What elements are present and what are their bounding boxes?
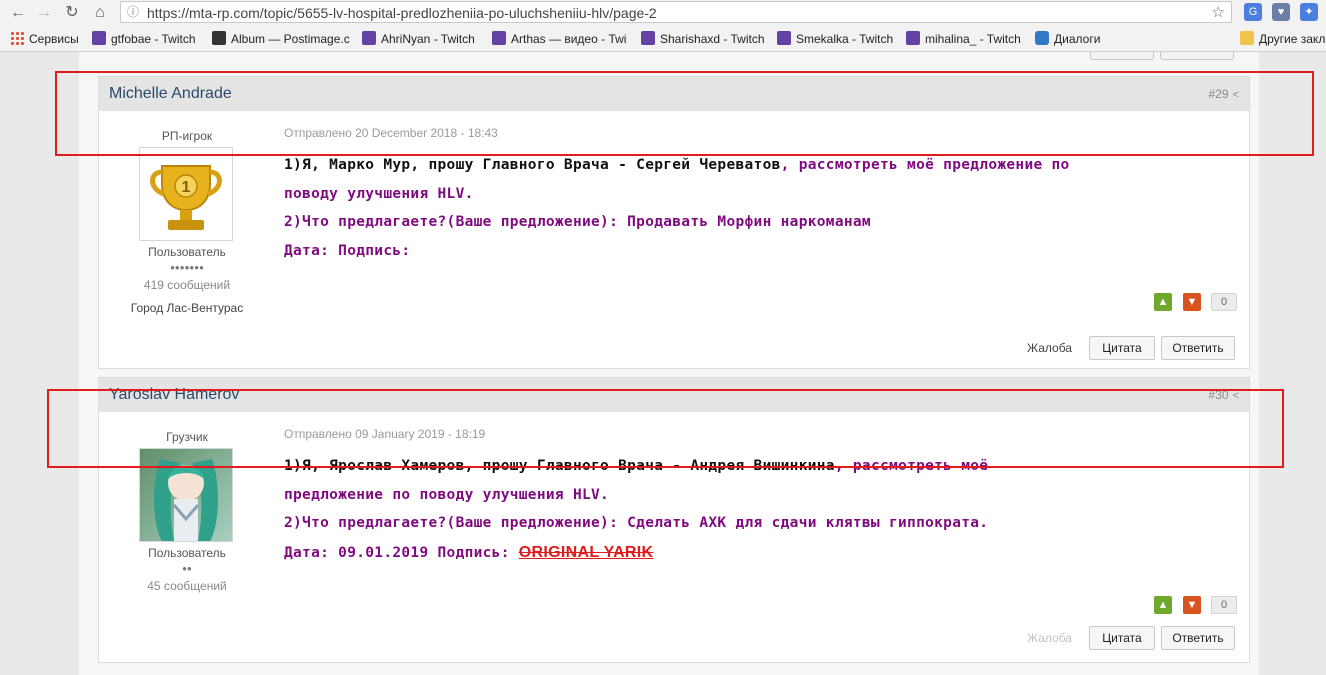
reply-button[interactable]: Ответить [1161,626,1235,650]
bookmark-postimage[interactable]: Album — Postimage.c [212,30,350,48]
post-line: 2)Что предлагаете?(Ваше предложение): Пр… [284,214,871,230]
quote-button[interactable]: Цитата [1089,626,1155,650]
svg-text:1: 1 [182,179,191,196]
twitch-icon [92,31,106,45]
post-line: 2)Что предлагаете?(Ваше предложение): Сд… [284,515,989,531]
folder-icon [1240,31,1254,45]
twitch-icon [906,31,920,45]
vote-down-icon[interactable]: ▼ [1183,596,1201,614]
browser-chrome: ← → ↻ ⌂ ⓘ https://mta-rp.com/topic/5655-… [0,0,1326,52]
heart-extension-icon[interactable]: ♥ [1272,3,1290,21]
user-group: Пользователь [148,546,226,560]
post-count[interactable]: 419 сообщений [99,278,275,292]
post-line: поводу улучшения HLV. [284,186,474,202]
highlight-rectangle [47,389,1284,468]
post-line: 1)Я, Марко Мур, прошу Главного Врача - С… [284,157,1070,173]
post-count[interactable]: 45 сообщений [99,579,275,593]
rank-pips: ●●●●●●● [170,263,204,272]
previous-reply-button[interactable] [1160,52,1234,60]
post-line: предложение по поводу улучшения HLV. [284,487,610,503]
bookmark-mihalina[interactable]: mihalina_ - Twitch [906,30,1021,48]
twitch-icon [641,31,655,45]
user-group: Пользователь [148,245,226,259]
other-bookmarks[interactable]: Другие закл [1240,30,1325,48]
twitch-icon [492,31,506,45]
reputation-value: 0 [1211,293,1237,311]
home-icon[interactable]: ⌂ [90,3,110,23]
bookmarks-bar: Сервисы gtfobae - Twitch Album — Postima… [0,27,1326,51]
bookmark-gtfobae[interactable]: gtfobae - Twitch [92,30,196,48]
back-arrow-icon[interactable]: ← [8,3,28,23]
post-line: Дата: 09.01.2019 Подпись: ORIGINAL YARIK [284,544,654,561]
bookmark-ahrinyan[interactable]: AhriNyan - Twitch [362,30,475,48]
bookmark-dialogs[interactable]: Диалоги [1035,30,1100,48]
reputation-value: 0 [1211,596,1237,614]
vote-up-icon[interactable]: ▲ [1154,596,1172,614]
reload-icon[interactable]: ↻ [62,3,82,23]
bookmark-smekalka[interactable]: Smekalka - Twitch [777,30,893,48]
twitch-icon [777,31,791,45]
bookmark-services[interactable]: Сервисы [10,30,79,48]
bookmark-star-icon[interactable]: ☆ [1212,3,1225,21]
translate-extension-icon[interactable]: G [1244,3,1262,21]
forward-arrow-icon[interactable]: → [34,3,54,23]
vote-down-icon[interactable]: ▼ [1183,293,1201,311]
post-line: Дата: Подпись: [284,243,411,259]
postimage-icon [212,31,226,45]
signature: ORIGINAL YARIK [518,544,654,561]
reply-button[interactable]: Ответить [1161,336,1235,360]
report-link[interactable]: Жалоба [1027,631,1072,645]
report-link[interactable]: Жалоба [1027,341,1072,355]
vote-up-icon[interactable]: ▲ [1154,293,1172,311]
bookmark-sharishaxd[interactable]: Sharishaxd - Twitch [641,30,765,48]
dialogs-icon [1035,31,1049,45]
rank-pips: ●● [182,564,192,573]
trophy-icon: 1 [150,165,222,230]
info-icon[interactable]: ⓘ [125,4,141,20]
avatar[interactable]: 1 [139,147,233,241]
quote-button[interactable]: Цитата [1089,336,1155,360]
twitch-icon [362,31,376,45]
extension-icon[interactable]: ✦ [1300,3,1318,21]
url-text[interactable]: https://mta-rp.com/topic/5655-lv-hospita… [147,5,657,21]
apps-icon [10,31,24,45]
address-bar[interactable]: ⓘ https://mta-rp.com/topic/5655-lv-hospi… [120,1,1232,23]
previous-quote-button[interactable] [1090,52,1154,60]
user-city: Город Лас-Вентурас [130,301,244,315]
bookmark-arthas[interactable]: Arthas — видео - Twi [492,30,626,48]
navigation-bar: ← → ↻ ⌂ ⓘ https://mta-rp.com/topic/5655-… [0,0,1326,26]
highlight-rectangle [55,71,1314,156]
